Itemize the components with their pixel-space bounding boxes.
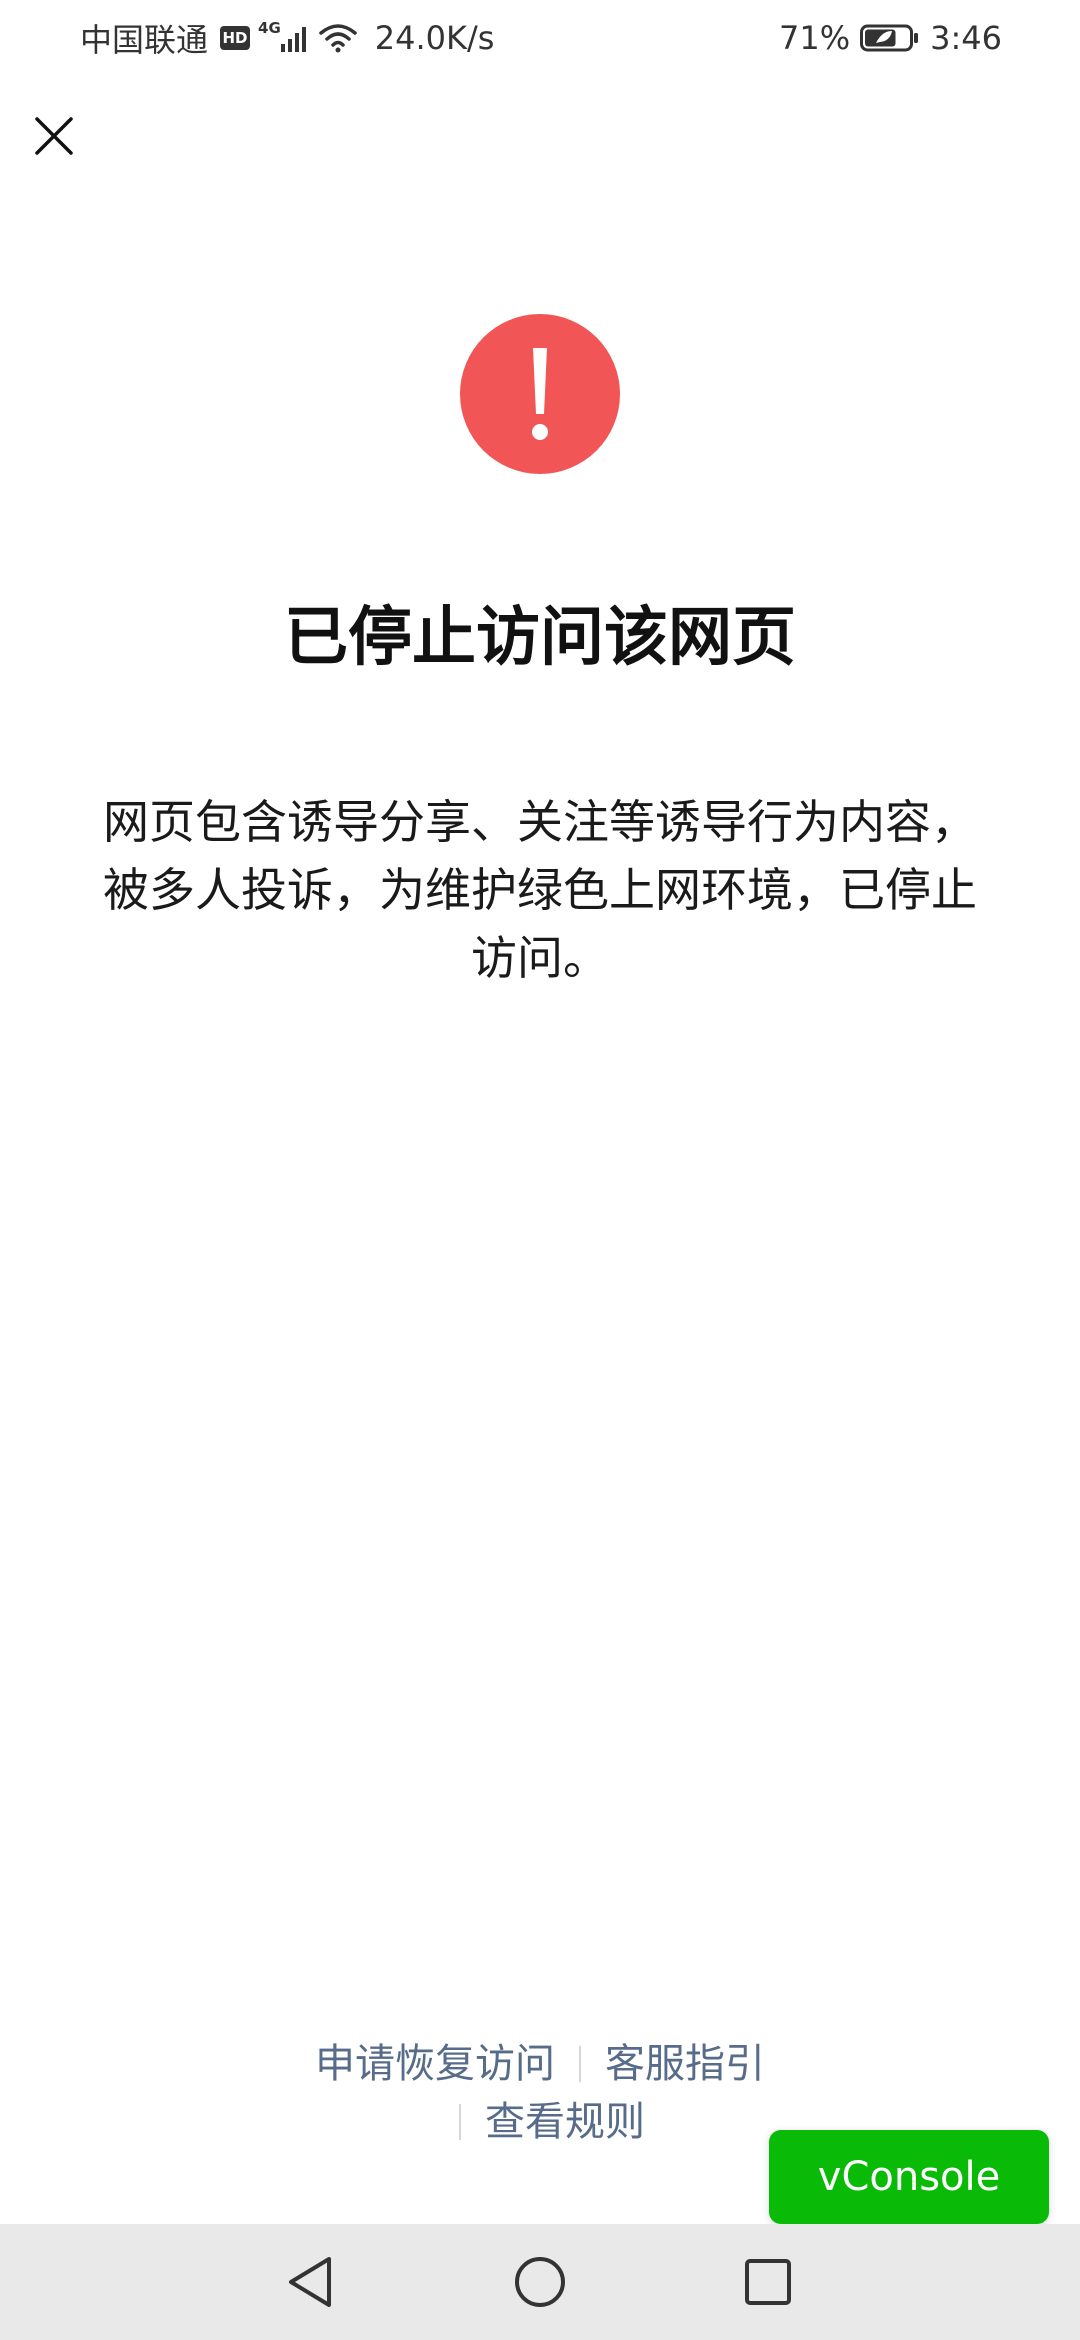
- link-separator: [459, 2104, 461, 2140]
- home-circle-icon: [515, 2257, 565, 2307]
- nav-home-button[interactable]: [510, 2252, 570, 2312]
- exclamation-circle-icon: [460, 314, 620, 474]
- carrier-name: 中国联通: [80, 21, 209, 59]
- net-speed: 24.0K/s: [374, 19, 495, 57]
- status-bar-left: 中国联通 HD 4G 24.0K/s: [80, 18, 495, 59]
- link-separator: [579, 2046, 581, 2082]
- battery-percent: 71%: [779, 19, 851, 57]
- back-triangle-icon: [289, 2257, 331, 2307]
- hd-badge: HD: [220, 26, 251, 50]
- wifi-icon: [319, 23, 357, 53]
- page-description: 网页包含诱导分享、关注等诱导行为内容，被多人投诉，为维护绿色上网环境，已停止访问…: [103, 795, 977, 985]
- navigation-bar: [0, 2224, 1080, 2340]
- nav-recent-button[interactable]: [738, 2252, 798, 2312]
- page-title: 已停止访问该网页: [284, 601, 796, 675]
- close-button[interactable]: [24, 106, 84, 166]
- appeal-link[interactable]: 申请恢复访问: [315, 2036, 555, 2092]
- support-link[interactable]: 客服指引: [605, 2036, 765, 2092]
- recent-square-icon: [745, 2259, 791, 2305]
- rules-link[interactable]: 查看规则: [485, 2094, 645, 2150]
- battery-icon: [860, 23, 920, 53]
- vconsole-button[interactable]: vConsole: [769, 2130, 1049, 2224]
- status-bar: 中国联通 HD 4G 24.0K/s 71% 3:46: [0, 0, 1080, 74]
- network-type: 4G: [258, 19, 281, 37]
- nav-back-button[interactable]: [280, 2252, 340, 2312]
- clock: 3:46: [930, 19, 1002, 57]
- signal-icon: [280, 24, 311, 52]
- close-icon: [35, 117, 73, 155]
- status-bar-right: 71% 3:46: [779, 18, 1002, 58]
- footer-links: 申请恢复访问 客服指引: [0, 2036, 1080, 2092]
